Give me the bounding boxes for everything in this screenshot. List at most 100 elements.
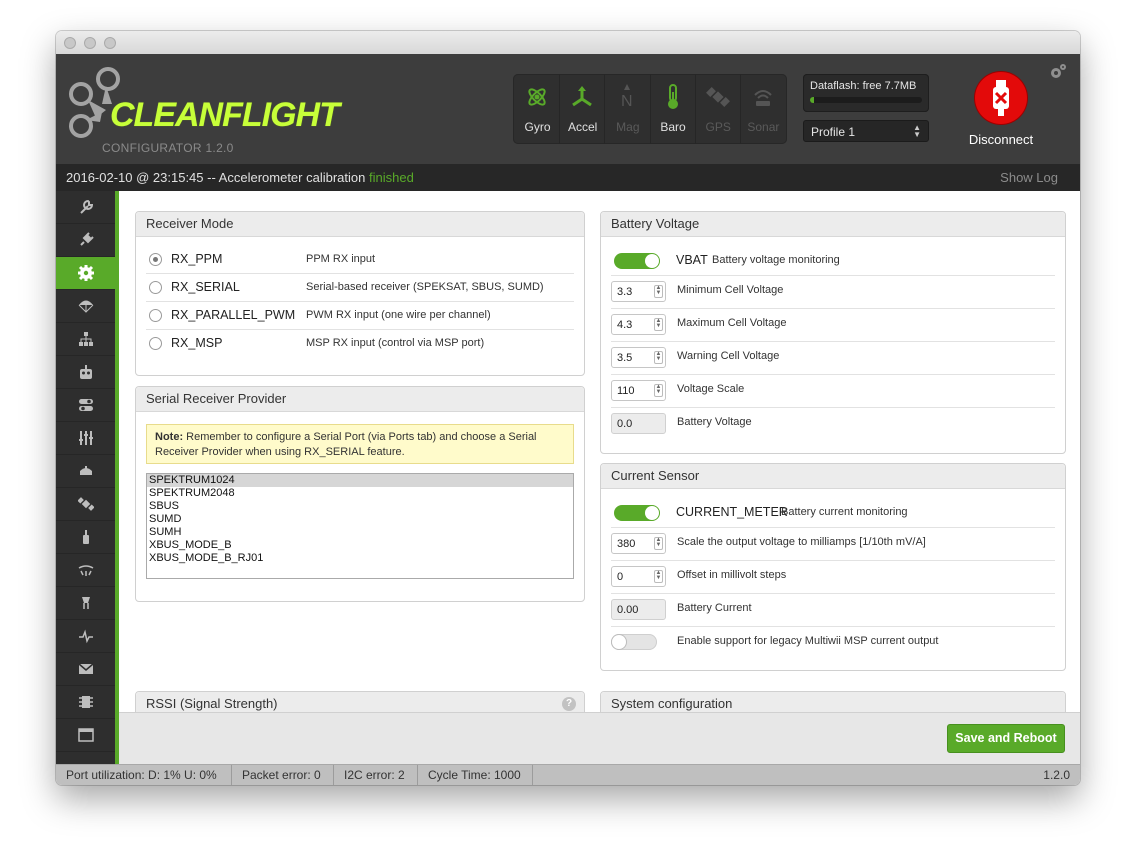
- input-value: 380: [617, 538, 636, 550]
- servo-icon: [78, 565, 93, 576]
- spinner-icon[interactable]: ▲ ▼: [654, 318, 663, 331]
- sidebar-item-setup[interactable]: [56, 191, 115, 224]
- sidebar-item-blackbox[interactable]: [56, 653, 115, 686]
- list-item[interactable]: SBUS: [147, 500, 573, 513]
- list-item[interactable]: SUMD: [147, 513, 573, 526]
- sidebar-item-adjustments[interactable]: [56, 422, 115, 455]
- sensor-baro: Baro: [651, 74, 696, 144]
- sensor-sonar-label: Sonar: [747, 120, 780, 134]
- input-value: 3.3: [617, 286, 633, 298]
- system-configuration-title: System configuration: [601, 692, 1065, 712]
- input-value: 0: [617, 571, 624, 583]
- battery-current-row: 0.00 Battery Current: [611, 593, 1055, 627]
- spinner-icon[interactable]: ▲ ▼: [654, 570, 663, 583]
- list-item[interactable]: SPEKTRUM1024: [147, 474, 573, 487]
- receiver-mode-row[interactable]: RX_PARALLEL_PWM PWM RX input (one wire p…: [146, 301, 574, 330]
- save-and-reboot-button[interactable]: Save and Reboot: [947, 724, 1065, 753]
- sidebar-item-led-strip[interactable]: [56, 554, 115, 587]
- help-icon[interactable]: ?: [562, 697, 576, 711]
- title-bar: [56, 31, 1080, 55]
- rx-ppm-radio[interactable]: [149, 253, 162, 266]
- vbat-feature-name: VBAT: [676, 253, 708, 267]
- list-item[interactable]: SUMH: [147, 526, 573, 539]
- led-strip-icon: [81, 597, 90, 609]
- battery-voltage-title: Battery Voltage: [601, 212, 1065, 237]
- configuration-content: Receiver Mode RX_PPM PPM RX input RX_SER…: [119, 191, 1080, 712]
- disconnect-label: Disconnect: [968, 132, 1034, 147]
- logbook-icon: [78, 663, 93, 674]
- led-icon: [79, 466, 92, 475]
- rx-serial-radio[interactable]: [149, 281, 162, 294]
- toggles-icon: [78, 399, 93, 411]
- satellite-icon: [77, 497, 94, 511]
- sidebar-item-sensors[interactable]: [56, 587, 115, 620]
- serial-receiver-provider-panel: Serial Receiver Provider Note: Remember …: [135, 386, 585, 602]
- list-item[interactable]: SPEKTRUM2048: [147, 487, 573, 500]
- minimize-window-button[interactable]: [84, 37, 96, 49]
- sensor-accel-label: Accel: [568, 120, 598, 134]
- spinner-icon[interactable]: ▲ ▼: [654, 384, 663, 397]
- field-label: Scale the output voltage to milliamps [1…: [677, 536, 926, 548]
- current-scale-input[interactable]: 380 ▲ ▼: [611, 533, 666, 554]
- receiver-mode-desc: Serial-based receiver (SPEKSAT, SBUS, SU…: [306, 281, 544, 293]
- warning-cell-voltage-input[interactable]: 3.5 ▲ ▼: [611, 347, 666, 368]
- sensor-gyro: Gyro: [515, 74, 561, 144]
- sidebar-item-gps[interactable]: [56, 488, 115, 521]
- parachute-icon: [78, 300, 93, 313]
- sidebar-item-cli[interactable]: [56, 719, 115, 752]
- current-offset-input[interactable]: 0 ▲ ▼: [611, 566, 666, 587]
- list-item[interactable]: XBUS_MODE_B_RJ01: [147, 552, 573, 565]
- rx-msp-radio[interactable]: [149, 337, 162, 350]
- sidebar-item-configuration[interactable]: [56, 257, 115, 290]
- receiver-mode-row[interactable]: RX_MSP MSP RX input (control via MSP por…: [146, 329, 574, 357]
- zoom-window-button[interactable]: [104, 37, 116, 49]
- dataflash-status: Dataflash: free 7.7MB: [803, 74, 929, 112]
- min-cell-voltage-input[interactable]: 3.3 ▲ ▼: [611, 281, 666, 302]
- receiver-mode-row[interactable]: RX_PPM PPM RX input: [146, 245, 574, 274]
- sensor-gyro-label: Gyro: [524, 120, 551, 134]
- max-cell-voltage-input[interactable]: 4.3 ▲ ▼: [611, 314, 666, 335]
- mag-icon: N: [614, 84, 640, 110]
- sidebar-item-pid-tuning[interactable]: [56, 323, 115, 356]
- current-meter-feature-desc: Battery current monitoring: [781, 506, 908, 518]
- note-label: Note:: [155, 431, 184, 443]
- vbat-feature-desc: Battery voltage monitoring: [712, 254, 840, 266]
- baro-icon: [660, 84, 686, 110]
- svg-text:N: N: [621, 93, 633, 110]
- show-log-link[interactable]: Show Log: [1000, 170, 1058, 185]
- field-label: Battery Voltage: [677, 416, 752, 428]
- sidebar-item-firmware-flasher[interactable]: [56, 686, 115, 719]
- field-label: Minimum Cell Voltage: [677, 284, 784, 296]
- rx-parallel-pwm-radio[interactable]: [149, 309, 162, 322]
- field-label: Voltage Scale: [677, 383, 745, 395]
- serial-provider-note: Note: Remember to configure a Serial Por…: [146, 424, 574, 464]
- profile-selected-value: Profile 1: [811, 125, 856, 139]
- sidebar-item-ports[interactable]: [56, 224, 115, 257]
- receiver-mode-row[interactable]: RX_SERIAL Serial-based receiver (SPEKSAT…: [146, 273, 574, 302]
- footer-status-bar: Port utilization: D: 1% U: 0% Packet err…: [56, 764, 1080, 785]
- sidebar-item-servos[interactable]: [56, 455, 115, 488]
- voltage-scale-input[interactable]: 110 ▲ ▼: [611, 380, 666, 401]
- spinner-icon[interactable]: ▲ ▼: [654, 351, 663, 364]
- sidebar-item-modes[interactable]: [56, 389, 115, 422]
- close-window-button[interactable]: [64, 37, 76, 49]
- battery-current-readout: 0.00: [611, 599, 666, 620]
- disconnect-button[interactable]: Disconnect: [968, 72, 1034, 162]
- sidebar-item-tethered-logging[interactable]: [56, 620, 115, 653]
- receiver-mode-desc: PWM RX input (one wire per channel): [306, 309, 491, 321]
- sidebar-item-failsafe[interactable]: [56, 290, 115, 323]
- serial-provider-listbox[interactable]: SPEKTRUM1024 SPEKTRUM2048 SBUS SUMD SUMH…: [146, 473, 574, 579]
- spinner-icon[interactable]: ▲ ▼: [654, 537, 663, 550]
- sidebar-item-receiver[interactable]: [56, 356, 115, 389]
- vbat-toggle[interactable]: [614, 253, 660, 269]
- current-meter-toggle[interactable]: [614, 505, 660, 521]
- legacy-msp-toggle[interactable]: [611, 634, 657, 650]
- current-meter-feature-row: CURRENT_METER Battery current monitoring: [611, 497, 1055, 528]
- sidebar-item-motors[interactable]: [56, 521, 115, 554]
- divider: [231, 765, 232, 785]
- spinner-icon[interactable]: ▲ ▼: [654, 285, 663, 298]
- app-window: CLEANFLIGHT CONFIGURATOR 1.2.0 Gyro Acce…: [56, 31, 1080, 785]
- settings-gear-icon[interactable]: [1048, 62, 1068, 82]
- list-item[interactable]: XBUS_MODE_B: [147, 539, 573, 552]
- profile-select[interactable]: Profile 1 ▲ ▼: [803, 120, 929, 142]
